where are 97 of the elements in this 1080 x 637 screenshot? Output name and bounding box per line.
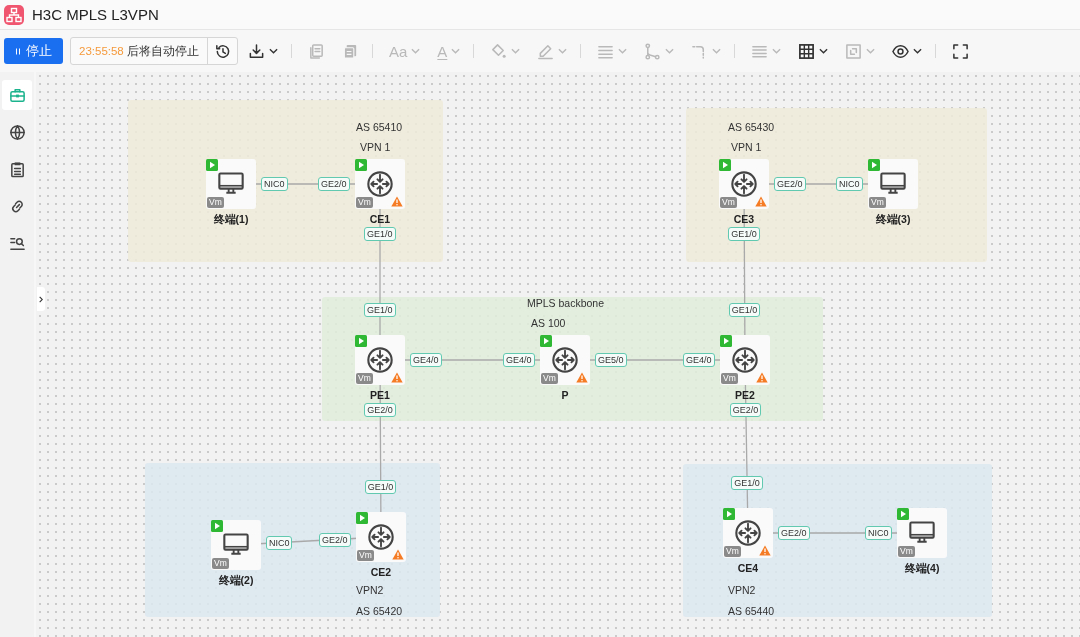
port-label: NIC0 [865,526,892,540]
app-logo-icon [4,4,24,25]
port-label: GE1/0 [728,303,761,317]
caret-icon [411,48,421,54]
router-node[interactable]: Vm [355,159,405,209]
node-label: P [561,389,569,401]
router-node[interactable]: Vm [723,508,773,558]
port-label: GE4/0 [503,353,535,367]
router-icon [551,346,579,374]
connector-icon [644,42,662,60]
caret-icon [618,48,628,54]
stop-button[interactable]: 停止 [4,38,63,64]
node-label: PE1 [370,389,390,401]
router-node[interactable]: Vm [356,512,406,562]
router-icon [367,523,395,551]
grid-icon [798,42,816,60]
vm-badge: Vm [724,546,741,557]
globe-icon [8,123,26,141]
router-icon [731,346,759,374]
vm-badge: Vm [721,373,738,384]
terminal-node[interactable]: Vm [868,159,918,209]
router-node[interactable]: Vm [355,335,405,385]
port-label: GE2/0 [318,177,350,191]
caret-icon [866,48,876,54]
router-icon [366,170,394,198]
zone-label: VPN 1 [731,141,762,153]
port-label: GE4/0 [410,353,442,367]
pause-icon [15,46,21,56]
zone-label: VPN 1 [360,141,391,153]
router-node[interactable]: Vm [540,335,590,385]
history-icon [213,42,231,60]
vm-badge: Vm [356,373,373,384]
router-node[interactable]: Vm [720,335,770,385]
port-label: NIC0 [836,177,863,191]
paint-bucket-icon [490,42,508,60]
node-label: CE4 [737,562,759,574]
resize-icon [845,42,863,60]
copy-icon [307,42,325,60]
router-node[interactable]: Vm [719,159,769,209]
vm-badge: Vm [541,373,558,384]
caret-icon [772,48,782,54]
port-label: GE1/0 [731,476,763,490]
port-label: GE2/0 [774,177,806,191]
node-label: CE2 [370,566,392,578]
fullscreen-icon [952,42,970,60]
terminal-node[interactable]: Vm [897,508,947,558]
node-label: 终端(2) [218,574,254,586]
toolbox-icon [8,86,26,104]
eye-icon [892,42,910,60]
vm-badge: Vm [357,550,374,561]
chevron-icon [39,295,43,303]
zone-label: VPN2 [728,584,756,596]
zone-label: AS 65410 [356,121,403,133]
vm-badge: Vm [898,546,915,557]
port-label: GE5/0 [595,353,627,367]
vm-badge: Vm [212,558,229,569]
port-label: GE1/0 [364,480,397,494]
vm-badge: Vm [720,197,737,208]
clipboard-icon [8,160,26,178]
zone-label: MPLS backbone [527,297,605,309]
node-label: 终端(4) [904,562,940,574]
zone-label: AS 65420 [356,605,403,617]
download-icon [247,42,265,60]
vm-badge: Vm [207,197,224,208]
terminal-node[interactable]: Vm [211,520,261,570]
node-label: PE2 [735,389,755,401]
port-label: NIC0 [261,177,288,191]
router-icon [734,519,762,547]
port-label: GE1/0 [364,303,396,317]
terminal-node[interactable]: Vm [206,159,256,209]
caret-icon [558,48,568,54]
caret-icon [511,48,521,54]
caret-icon [819,48,829,54]
caret-icon [712,48,722,54]
vm-badge: Vm [356,197,373,208]
window-title: H3C MPLS L3VPN [32,6,159,23]
node-label: CE3 [733,213,755,225]
node-label: 终端(1) [213,213,249,225]
router-icon [730,170,758,198]
caret-icon [913,48,923,54]
zone-label: AS 100 [531,317,566,329]
port-label: GE1/0 [364,227,396,241]
port-label: GE4/0 [683,353,715,367]
pen-icon [537,42,555,60]
timer-field: 23:55:58 后将自动停止 [70,37,238,65]
zone-label: AS 65440 [728,605,775,617]
caret-icon [665,48,675,54]
node-label: CE1 [369,213,391,225]
node-label: 终端(3) [875,213,911,225]
vm-badge: Vm [869,197,886,208]
zone-label: AS 65430 [728,121,775,133]
port-label: GE2/0 [778,526,810,540]
zone-label: VPN2 [356,584,384,596]
router-icon [366,346,394,374]
caret-icon [268,48,278,54]
caret-icon [451,48,461,54]
collapse-button[interactable] [37,287,45,311]
